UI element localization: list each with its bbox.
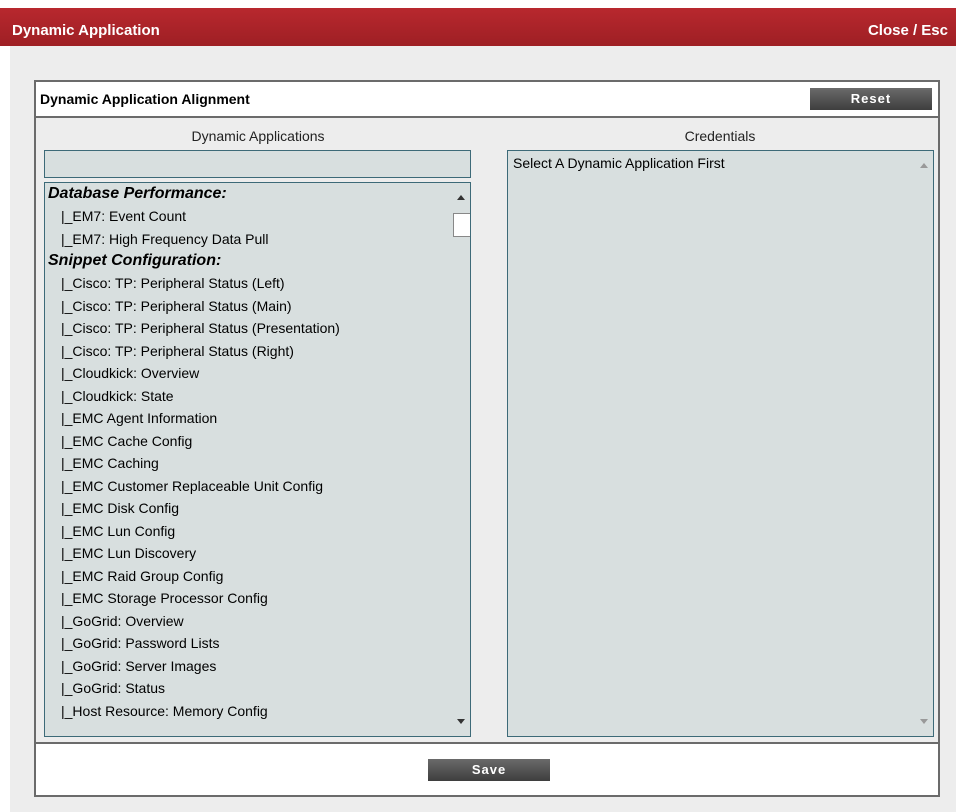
list-item[interactable]: |_EMC Lun Config (45, 520, 450, 543)
save-button[interactable]: Save (428, 759, 550, 781)
applications-list-items: Database Performance: |_EM7: Event Count |… (45, 183, 450, 722)
list-item[interactable]: |_EMC Raid Group Config (45, 565, 450, 588)
list-item[interactable]: |_Cisco: TP: Peripheral Status (Main) (45, 295, 450, 318)
list-item[interactable]: |_EM7: Event Count (45, 205, 450, 228)
scroll-up-icon[interactable] (457, 195, 465, 200)
dynamic-applications-list[interactable]: Database Performance: |_EM7: Event Count |… (44, 182, 471, 737)
applications-filter-input[interactable] (44, 150, 471, 178)
list-item[interactable]: |_EM7: High Frequency Data Pull (45, 228, 450, 251)
list-item[interactable]: |_EMC Agent Information (45, 407, 450, 430)
alignment-panel: Dynamic Application Alignment Reset Dyna… (34, 80, 940, 797)
list-group-header: Snippet Configuration: (48, 252, 222, 269)
dialog-title: Dynamic Application (12, 22, 160, 39)
panel-footer: Save (36, 744, 938, 795)
credentials-list[interactable]: Select A Dynamic Application First (507, 150, 934, 737)
list-item[interactable]: |_EMC Disk Config (45, 497, 450, 520)
list-item[interactable]: |_GoGrid: Status (45, 677, 450, 700)
list-item[interactable]: |_GoGrid: Overview (45, 610, 450, 633)
dynamic-applications-label: Dynamic Applications (191, 128, 325, 144)
scroll-thumb[interactable] (453, 213, 470, 237)
scroll-down-icon[interactable] (920, 719, 928, 724)
list-item[interactable]: |_Cisco: TP: Peripheral Status (Left) (45, 272, 450, 295)
panel-header: Dynamic Application Alignment Reset (36, 82, 938, 118)
list-item[interactable]: |_Cloudkick: State (45, 385, 450, 408)
list-item[interactable]: |_GoGrid: Server Images (45, 655, 450, 678)
list-item[interactable]: |_EMC Lun Discovery (45, 542, 450, 565)
panel-content: Dynamic Applications Credentials Databas… (36, 118, 938, 744)
scroll-down-icon[interactable] (457, 719, 465, 724)
list-item[interactable]: |_EMC Customer Replaceable Unit Config (45, 475, 450, 498)
credentials-placeholder: Select A Dynamic Application First (513, 155, 725, 171)
panel-title: Dynamic Application Alignment (40, 91, 250, 107)
list-item[interactable]: |_Cisco: TP: Peripheral Status (Right) (45, 340, 450, 363)
list-item[interactable]: |_Cisco: TP: Peripheral Status (Presenta… (45, 317, 450, 340)
list-item[interactable]: |_GoGrid: Password Lists (45, 632, 450, 655)
credentials-label: Credentials (684, 128, 756, 144)
scroll-up-icon[interactable] (920, 163, 928, 168)
reset-button[interactable]: Reset (810, 88, 932, 110)
list-group-header: Database Performance: (48, 185, 227, 202)
applications-scrollbar[interactable] (450, 183, 470, 736)
list-item[interactable]: |_Host Resource: Memory Config (45, 700, 450, 723)
list-item[interactable]: |_EMC Storage Processor Config (45, 587, 450, 610)
list-item[interactable]: |_Cloudkick: Overview (45, 362, 450, 385)
list-item[interactable]: |_EMC Cache Config (45, 430, 450, 453)
close-button[interactable]: Close / Esc (868, 22, 948, 39)
credentials-scrollbar[interactable] (913, 151, 933, 736)
list-item[interactable]: |_EMC Caching (45, 452, 450, 475)
